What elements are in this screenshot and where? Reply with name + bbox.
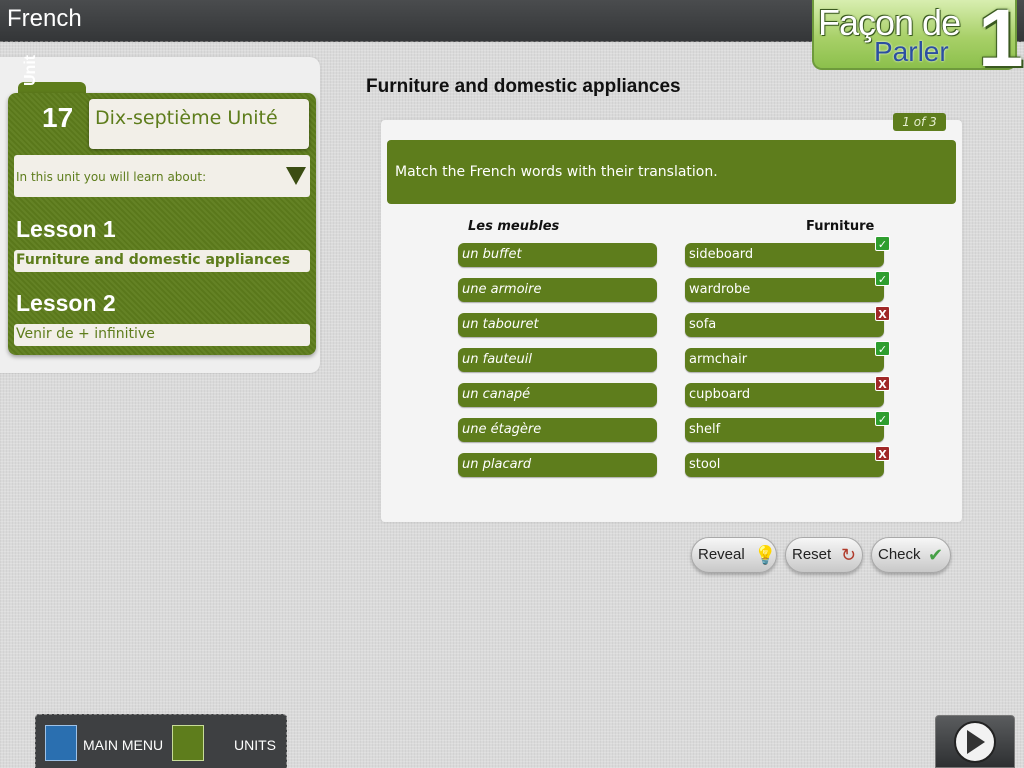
main-menu-button[interactable]: MAIN MENU [83, 737, 163, 753]
lesson-2-title: Venir de + infinitive [16, 326, 155, 342]
unit-title: Dix-septième Unité [95, 107, 278, 129]
arrow-right-icon [967, 730, 985, 754]
learn-about-dropdown[interactable]: In this unit you will learn about: [14, 155, 310, 197]
french-column-header: Les meubles [468, 219, 560, 234]
translation-tile[interactable]: stool [685, 453, 884, 477]
units-button[interactable]: UNITS [234, 737, 276, 753]
reset-arrow-icon: ↻ [841, 545, 857, 565]
logo-line2: Parler [874, 36, 949, 67]
correct-check-icon: ✓ [875, 271, 890, 286]
translation-tile[interactable]: wardrobe [685, 278, 884, 302]
french-word: un canapé [458, 383, 657, 407]
incorrect-x-icon: X [875, 306, 890, 321]
correct-check-icon: ✓ [875, 341, 890, 356]
logo-number: 1 [978, 0, 1024, 84]
incorrect-x-icon: X [875, 446, 890, 461]
translation-tile[interactable]: sideboard [685, 243, 884, 267]
lesson-2-heading[interactable]: Lesson 2 [16, 290, 116, 317]
app-title: French [7, 5, 82, 32]
translation-tile[interactable]: sofa [685, 313, 884, 337]
reveal-button[interactable]: Reveal 💡 [691, 537, 777, 573]
instruction-text: Match the French words with their transl… [395, 164, 718, 180]
translation-tile[interactable]: cupboard [685, 383, 884, 407]
french-word: un buffet [458, 243, 657, 267]
facon-de-parler-logo: Façon de Parler 1 [812, 0, 1024, 80]
unit-label: Unit [22, 54, 39, 86]
correct-check-icon: ✓ [875, 236, 890, 251]
checkmark-icon: ✔ [928, 545, 944, 565]
check-button[interactable]: Check ✔ [871, 537, 951, 573]
french-word: un placard [458, 453, 657, 477]
learn-about-label: In this unit you will learn about: [16, 170, 207, 184]
unit-number: 17 [42, 102, 74, 133]
correct-check-icon: ✓ [875, 411, 890, 426]
instruction-bar: Match the French words with their transl… [387, 140, 956, 204]
french-word: une armoire [458, 278, 657, 302]
reveal-label: Reveal [698, 546, 745, 563]
page-indicator: 1 of 3 [893, 113, 946, 131]
lightbulb-icon: 💡 [754, 545, 777, 565]
unit-title-box: Dix-septième Unité [89, 99, 309, 149]
french-word: un fauteuil [458, 348, 657, 372]
lesson-1-title: Furniture and domestic appliances [16, 252, 291, 268]
page-title: Furniture and domestic appliances [366, 76, 681, 97]
reset-label: Reset [792, 546, 832, 563]
main-menu-thumbnail-icon[interactable] [45, 725, 77, 761]
next-arrow-icon [954, 721, 996, 763]
check-label: Check [878, 546, 921, 563]
translation-tile[interactable]: armchair [685, 348, 884, 372]
reset-button[interactable]: Reset ↻ [785, 537, 863, 573]
lesson-1-heading[interactable]: Lesson 1 [16, 216, 116, 243]
lesson-1-item[interactable]: Furniture and domestic appliances [14, 250, 310, 272]
units-thumbnail-icon[interactable] [172, 725, 204, 761]
next-button[interactable] [935, 715, 1015, 768]
incorrect-x-icon: X [875, 376, 890, 391]
translation-tile[interactable]: shelf [685, 418, 884, 442]
dropdown-arrow-icon[interactable] [286, 167, 306, 185]
french-word: un tabouret [458, 313, 657, 337]
bottom-navigation: MAIN MENU UNITS [35, 714, 287, 768]
lesson-2-item[interactable]: Venir de + infinitive [14, 324, 310, 346]
french-word: une étagère [458, 418, 657, 442]
english-column-header: Furniture [806, 219, 875, 234]
